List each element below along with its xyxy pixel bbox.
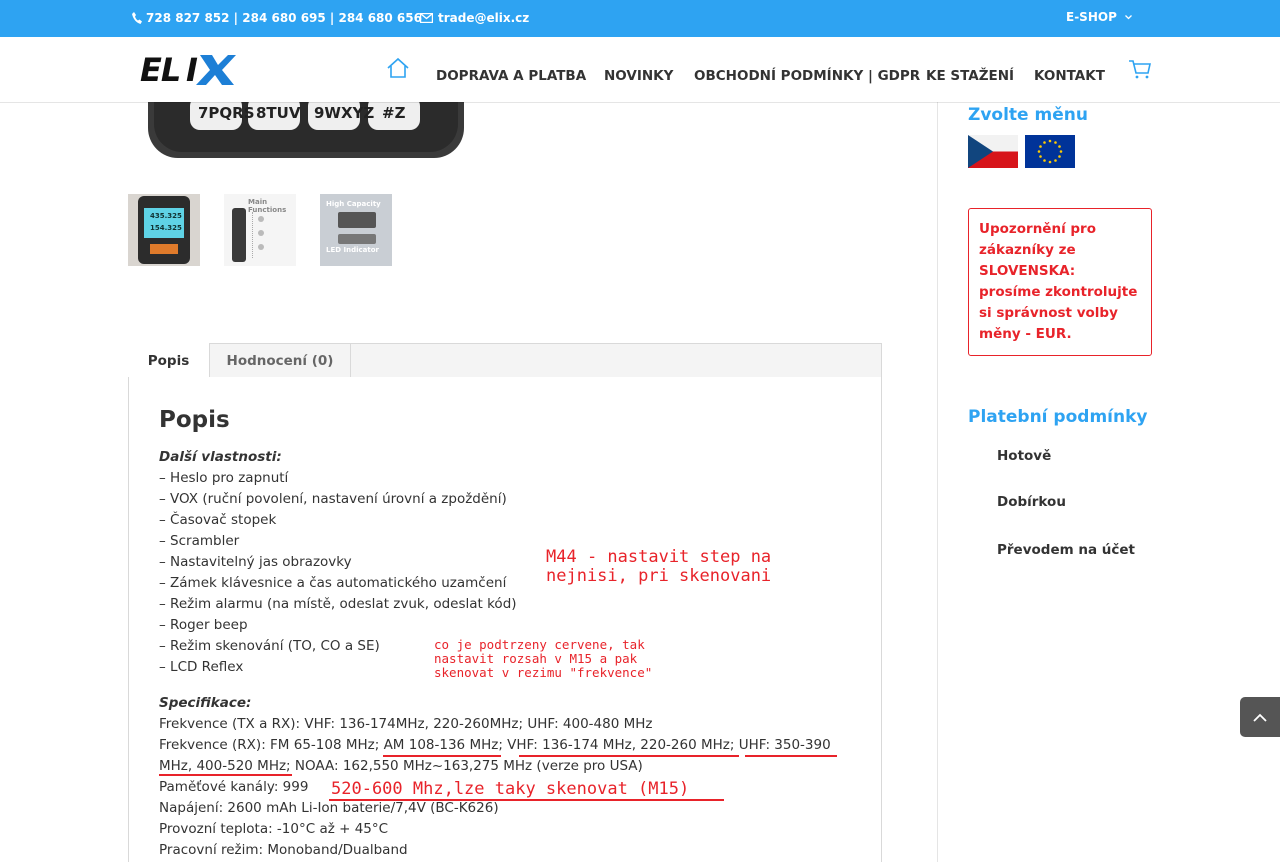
feature-item: – Časovač stopek (159, 512, 277, 528)
thumbnail-1-freq-b: 154.325 (150, 224, 182, 232)
thumbnail-3[interactable]: High Capacity LED Indicator (320, 194, 392, 266)
features-title: Další vlastnosti: (159, 449, 282, 465)
eu-flag-icon[interactable] (1025, 135, 1075, 168)
slovakia-warning-box: Upozornění pro zákazníky ze SLOVENSKA: p… (968, 208, 1152, 356)
phone-icon (132, 12, 142, 24)
underline-350 (791, 755, 837, 757)
product-tabs: Popis Hodnocení (0) (128, 343, 882, 379)
back-to-top-button[interactable] (1240, 697, 1280, 737)
email-address: trade@elix.cz (438, 11, 530, 25)
main-nav: DOPRAVA A PLATBA NOVINKY OBCHODNÍ PODMÍN… (0, 37, 1280, 102)
spec-item: Pracovní režim: Monoband/Dualband (159, 842, 408, 858)
description-panel: Popis Další vlastnosti: – Heslo pro zapn… (128, 377, 882, 862)
thumbnail-1-freq-a: 435.325 (150, 212, 182, 220)
annotation-range-2: nastavit rozsah v M15 a pak (434, 651, 638, 666)
spec-item: Frekvence (RX): FM 65-108 MHz; AM 108-13… (159, 737, 831, 753)
key-hash: #Z (382, 104, 406, 122)
product-thumbnails: 435.325 154.325 Main Functions High Capa… (128, 194, 392, 266)
annotation-step-2: nejnisi, pri skenovani (546, 566, 772, 586)
annotation-step-1: M44 - nastavit step na (546, 547, 772, 567)
payment-title: Platební podmínky (968, 407, 1148, 427)
thumbnail-3-subtitle: LED Indicator (326, 246, 379, 254)
underline-220 (619, 755, 739, 757)
czech-flag-icon[interactable] (968, 135, 1018, 168)
top-bar: 728 827 852 | 284 680 695 | 284 680 656 … (0, 0, 1280, 37)
specs-title: Specifikace: (159, 695, 252, 711)
tab-hodnoceni[interactable]: Hodnocení (0) (210, 343, 351, 378)
thumbnail-1[interactable]: 435.325 154.325 (128, 194, 200, 266)
chevron-down-icon (1124, 14, 1132, 19)
nav-doprava[interactable]: DOPRAVA A PLATBA (436, 68, 586, 84)
tab-popis[interactable]: Popis (128, 343, 210, 379)
spec-item: Napájení: 2600 mAh Li-Ion baterie/7,4V (… (159, 800, 499, 816)
nav-kontakt[interactable]: KONTAKT (1034, 68, 1105, 84)
feature-item: – Roger beep (159, 617, 248, 633)
underline-520-600 (329, 799, 724, 801)
nav-obchodni-podminky[interactable]: OBCHODNÍ PODMÍNKY | GDPR (694, 68, 920, 84)
cart-icon[interactable] (1128, 59, 1152, 79)
annotation-range-3: skenovat v rezimu "frekvence" (434, 665, 653, 680)
annotation-range-1: co je podtrzeny cervene, tak (434, 637, 645, 652)
feature-item: – Heslo pro zapnutí (159, 470, 289, 486)
feature-item: – VOX (ruční povolení, nastavení úrovní … (159, 491, 507, 507)
site-header: EL I DOPRAVA A PLATBA NOVINKY OBCHODNÍ P… (0, 37, 1280, 102)
phone-link[interactable]: 728 827 852 | 284 680 695 | 284 680 656 (132, 11, 422, 25)
annotation-520-600: 520-600 Mhz,lze taky skenovat (M15) (331, 779, 690, 799)
currency-title: Zvolte měnu (968, 105, 1088, 125)
key-8: 8TUV (256, 104, 301, 122)
chevron-up-icon (1253, 713, 1267, 722)
underline-uhf (745, 755, 791, 757)
key-9: 9WXYZ (314, 104, 375, 122)
underline-400-520 (159, 774, 292, 776)
feature-item: – Režim alarmu (na místě, odeslat zvuk, … (159, 596, 517, 612)
eshop-label: E-SHOP (1066, 10, 1117, 24)
email-link[interactable]: trade@elix.cz (420, 11, 529, 25)
nav-ke-stazeni[interactable]: KE STAŽENÍ (926, 68, 1014, 84)
payment-hotove[interactable]: Hotově (997, 448, 1051, 464)
spec-item: Provozní teplota: -10°C až + 45°C (159, 821, 389, 837)
envelope-icon (420, 13, 433, 23)
underline-am (383, 755, 501, 757)
sidebar-divider (937, 102, 938, 862)
eshop-menu[interactable]: E-SHOP (1066, 10, 1132, 24)
thumbnail-3-title: High Capacity (326, 200, 381, 208)
phone-numbers: 728 827 852 | 284 680 695 | 284 680 656 (146, 11, 422, 25)
spec-item: Frekvence (TX a RX): VHF: 136-174MHz, 22… (159, 716, 653, 732)
thumbnail-2[interactable]: Main Functions (224, 194, 296, 266)
payment-prevodem[interactable]: Převodem na účet (997, 542, 1135, 558)
key-7: 7PQRS (198, 104, 255, 122)
payment-dobirkou[interactable]: Dobírkou (997, 494, 1066, 510)
nav-novinky[interactable]: NOVINKY (604, 68, 673, 84)
description-heading: Popis (159, 407, 230, 433)
